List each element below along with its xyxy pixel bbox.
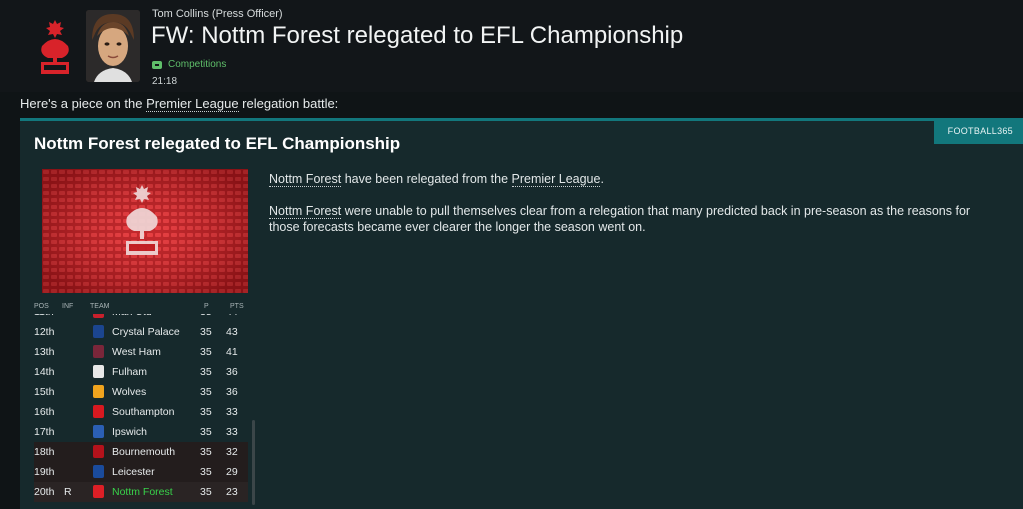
premier-league-link[interactable]: Premier League (146, 96, 239, 112)
article-text: were unable to pull themselves clear fro… (269, 204, 971, 234)
team-name[interactable]: Fulham (112, 366, 147, 378)
article-image (42, 169, 248, 293)
team-name[interactable]: Ipswich (112, 426, 147, 438)
points: 36 (226, 386, 238, 398)
col-p[interactable]: P (204, 303, 209, 310)
nottm-forest-badge-icon[interactable] (38, 16, 72, 78)
intro-text-end: relegation battle: (238, 96, 339, 111)
table-row[interactable]: 16th Southampton 35 33 (34, 402, 248, 422)
tag-icon (152, 60, 162, 69)
table-pos: 20th (34, 486, 55, 498)
team-crest-icon (93, 405, 104, 418)
team-crest-icon (93, 425, 104, 438)
played: 35 (200, 486, 212, 498)
played: 35 (200, 326, 212, 338)
team-name[interactable]: Leicester (112, 466, 155, 478)
played: 35 (200, 426, 212, 438)
col-team[interactable]: TEAM (90, 303, 109, 310)
message-intro: Here's a piece on the Premier League rel… (20, 96, 339, 112)
points: 41 (226, 346, 238, 358)
table-row[interactable]: 13th West Ham 35 41 (34, 342, 248, 362)
message-header: Tom Collins (Press Officer) FW: Nottm Fo… (0, 0, 1023, 92)
team-crest-icon (93, 345, 104, 358)
source-label: FOOTBALL365 (933, 118, 1023, 144)
team-name[interactable]: Man Utd (112, 314, 152, 318)
table-inf: R (64, 486, 72, 498)
article-link[interactable]: Nottm Forest (269, 204, 342, 219)
article-paragraph-2: Nottm Forest were unable to pull themsel… (269, 203, 999, 235)
intro-text: Here's a piece on the (20, 96, 147, 111)
points: 44 (226, 314, 238, 318)
sender-avatar[interactable] (86, 10, 140, 82)
article-text: . (600, 172, 604, 186)
category-tag[interactable]: Competitions (152, 59, 226, 70)
article-link[interactable]: Nottm Forest (269, 172, 342, 187)
article-link[interactable]: Premier League (511, 172, 601, 187)
article-body: Nottm Forest have been relegated from th… (269, 171, 999, 251)
avatar-face-icon (86, 10, 140, 82)
played: 35 (200, 386, 212, 398)
table-pos: 11th (34, 314, 54, 318)
team-name[interactable]: Bournemouth (112, 446, 175, 458)
team-crest-icon (93, 465, 104, 478)
played: 35 (200, 346, 212, 358)
table-scrollbar[interactable] (252, 420, 255, 505)
table-row[interactable]: 20th R Nottm Forest 35 23 (34, 482, 248, 502)
table-row[interactable]: 15th Wolves 35 36 (34, 382, 248, 402)
message-time: 21:18 (152, 76, 178, 87)
table-row[interactable]: 14th Fulham 35 36 (34, 362, 248, 382)
points: 43 (226, 326, 238, 338)
team-name[interactable]: Nottm Forest (112, 486, 173, 498)
table-row[interactable]: 18th Bournemouth 35 32 (34, 442, 248, 462)
league-table-header: POS INF TEAM P PTS (34, 300, 256, 314)
article-paragraph-1: Nottm Forest have been relegated from th… (269, 171, 999, 187)
table-row[interactable]: 17th Ipswich 35 33 (34, 422, 248, 442)
points: 32 (226, 446, 238, 458)
table-pos: 17th (34, 426, 55, 438)
league-table-body: 11th Man Utd 35 44 12th Crystal Palace 35 43 13t… (34, 314, 248, 505)
table-pos: 19th (34, 466, 55, 478)
points: 33 (226, 406, 238, 418)
message-subject: FW: Nottm Forest relegated to EFL Champi… (151, 22, 684, 49)
team-crest-icon (93, 325, 104, 338)
category-tag-label: Competitions (168, 59, 227, 70)
table-pos: 18th (34, 446, 55, 458)
col-inf[interactable]: INF (62, 303, 73, 310)
team-name[interactable]: Southampton (112, 406, 174, 418)
team-crest-icon (93, 385, 104, 398)
team-crest-icon (93, 445, 104, 458)
table-pos: 13th (34, 346, 55, 358)
table-pos: 15th (34, 386, 55, 398)
table-row[interactable]: 19th Leicester 35 29 (34, 462, 248, 482)
points: 33 (226, 426, 238, 438)
points: 36 (226, 366, 238, 378)
points: 23 (226, 486, 238, 498)
table-row[interactable]: 11th Man Utd 35 44 (34, 314, 248, 322)
table-pos: 14th (34, 366, 55, 378)
team-name[interactable]: West Ham (112, 346, 161, 358)
col-pos[interactable]: POS (34, 303, 49, 310)
table-pos: 12th (34, 326, 55, 338)
table-row[interactable]: 12th Crystal Palace 35 43 (34, 322, 248, 342)
sender-name[interactable]: Tom Collins (Press Officer) (152, 8, 283, 20)
team-name[interactable]: Crystal Palace (112, 326, 180, 338)
played: 35 (200, 314, 212, 318)
played: 35 (200, 366, 212, 378)
team-crest-icon (93, 485, 104, 498)
played: 35 (200, 466, 212, 478)
team-name[interactable]: Wolves (112, 386, 146, 398)
league-table: POS INF TEAM P PTS 11th Man Utd 35 44 12th Cr… (34, 300, 256, 505)
news-article-card: FOOTBALL365 Nottm Forest relegated to EF… (20, 118, 1023, 509)
played: 35 (200, 446, 212, 458)
points: 29 (226, 466, 238, 478)
stadium-seats-image (42, 169, 248, 293)
played: 35 (200, 406, 212, 418)
team-crest-icon (93, 314, 104, 318)
table-pos: 16th (34, 406, 55, 418)
team-crest-icon (93, 365, 104, 378)
col-pts[interactable]: PTS (230, 303, 244, 310)
article-text: have been relegated from the (341, 172, 512, 186)
article-headline: Nottm Forest relegated to EFL Championsh… (34, 134, 401, 153)
